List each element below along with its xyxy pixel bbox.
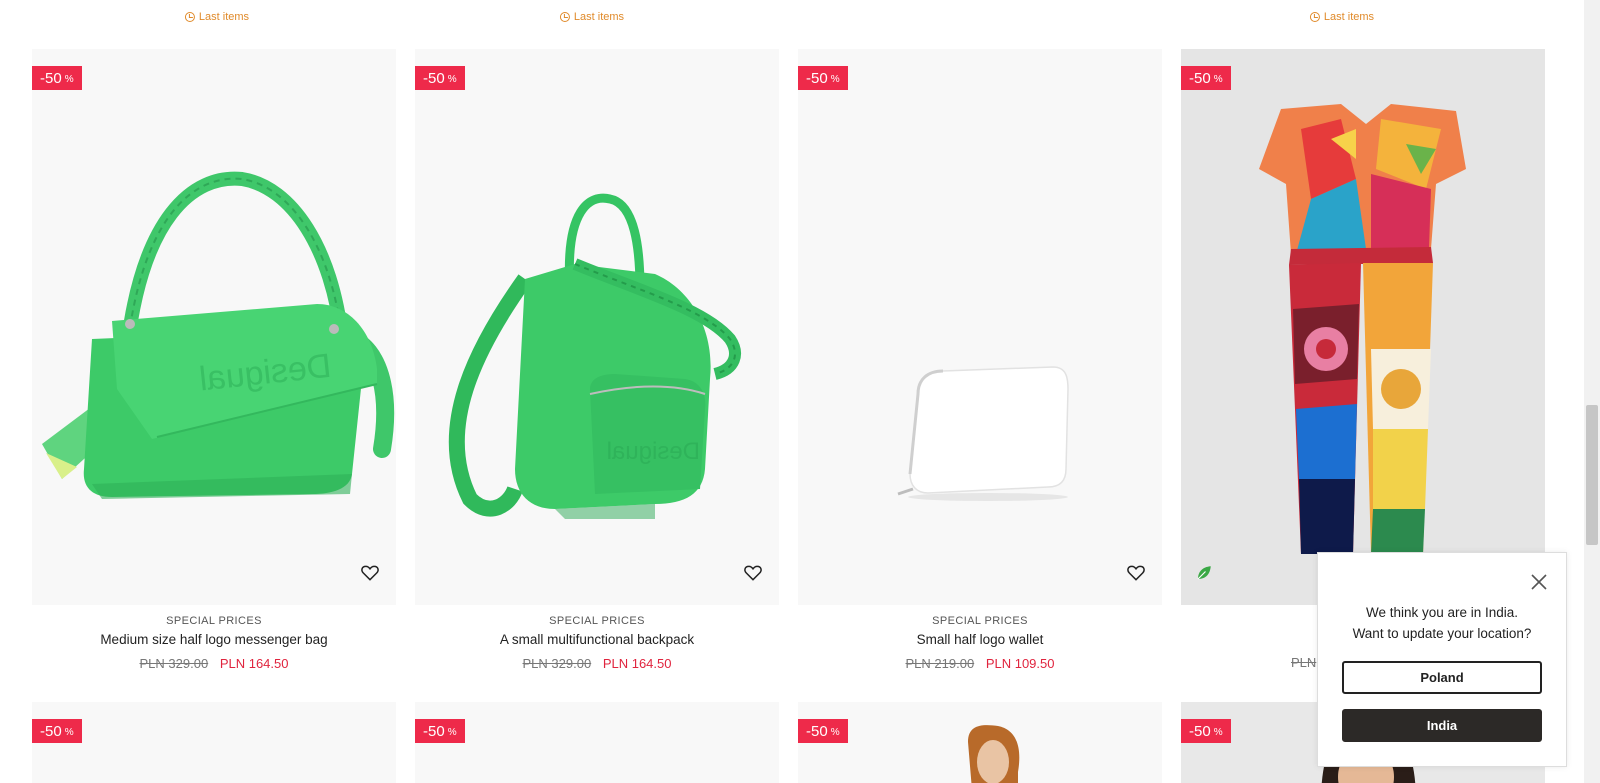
wishlist-heart-icon[interactable] bbox=[743, 563, 763, 583]
close-icon[interactable] bbox=[1530, 573, 1548, 591]
discount-badge: -50 % bbox=[1181, 66, 1231, 90]
product-category: SPECIAL PRICES bbox=[932, 615, 1028, 627]
wishlist-heart-icon[interactable] bbox=[360, 563, 380, 583]
product-prices: PLN 329.00 PLN 164.50 bbox=[415, 656, 779, 671]
product-card[interactable]: Desigual -50 % SPECIAL PRICES Medium siz… bbox=[32, 49, 396, 671]
previous-row-footer: Last items Last items Last items bbox=[0, 0, 1568, 40]
last-items-note: Last items bbox=[559, 11, 624, 23]
product-image[interactable]: Desigual -50 % bbox=[32, 49, 396, 605]
product-image[interactable]: -50 % bbox=[1181, 49, 1545, 605]
india-location-button[interactable]: India bbox=[1342, 709, 1542, 742]
product-card[interactable]: -50 % bbox=[32, 702, 396, 783]
product-card[interactable]: -50 % SPECIAL PRICES Small half logo wal… bbox=[798, 49, 1162, 671]
product-name[interactable]: A small multifunctional backpack bbox=[415, 632, 779, 647]
messenger-bag-image: Desigual bbox=[32, 49, 396, 605]
product-prices: PLN 329.00 PLN 164.50 bbox=[32, 656, 396, 671]
original-price: PLN 219.00 bbox=[905, 656, 975, 671]
wallet-image bbox=[798, 49, 1162, 605]
clock-icon bbox=[559, 12, 570, 22]
product-card[interactable]: -50 % bbox=[798, 702, 1162, 783]
product-image[interactable]: -50 % bbox=[32, 702, 396, 783]
original-price: PLN 329.00 bbox=[522, 656, 592, 671]
model-photo bbox=[798, 702, 1162, 783]
clock-icon bbox=[184, 12, 195, 22]
poland-location-button[interactable]: Poland bbox=[1342, 661, 1542, 694]
product-name[interactable]: Small half logo wallet bbox=[798, 632, 1162, 647]
product-card[interactable]: -50 % bbox=[415, 702, 779, 783]
product-category: SPECIAL PRICES bbox=[166, 615, 262, 627]
product-name[interactable]: Medium size half logo messenger bag bbox=[32, 632, 396, 647]
product-card[interactable]: Desigual -50 % SPECIAL PRICES A small mu… bbox=[415, 49, 779, 671]
eco-leaf-icon bbox=[1197, 566, 1211, 580]
sale-price: PLN 164.50 bbox=[219, 656, 289, 671]
backpack-image: Desigual bbox=[415, 49, 779, 605]
product-image[interactable]: -50 % bbox=[798, 702, 1162, 783]
sale-price: PLN 164.50 bbox=[602, 656, 672, 671]
product-image[interactable]: Desigual -50 % bbox=[415, 49, 779, 605]
location-question: Want to update your location? bbox=[1352, 626, 1532, 641]
discount-badge: -50 % bbox=[1181, 719, 1231, 743]
discount-badge: -50 % bbox=[415, 66, 465, 90]
jumpsuit-image bbox=[1181, 49, 1545, 605]
product-image[interactable]: -50 % bbox=[415, 702, 779, 783]
location-popup: We think you are in India. Want to updat… bbox=[1317, 552, 1567, 767]
location-message: We think you are in India. bbox=[1365, 605, 1519, 620]
clock-icon bbox=[1309, 12, 1320, 22]
original-price: PLN bbox=[1291, 655, 1317, 670]
wishlist-heart-icon[interactable] bbox=[1126, 563, 1146, 583]
discount-badge: -50 % bbox=[32, 66, 82, 90]
discount-badge: -50 % bbox=[32, 719, 82, 743]
last-items-note: Last items bbox=[184, 11, 249, 23]
sale-price: PLN 109.50 bbox=[985, 656, 1055, 671]
product-image[interactable]: -50 % bbox=[798, 49, 1162, 605]
scrollbar-thumb[interactable] bbox=[1586, 405, 1598, 545]
discount-badge: -50 % bbox=[415, 719, 465, 743]
vertical-scrollbar[interactable] bbox=[1584, 0, 1600, 783]
discount-badge: -50 % bbox=[798, 66, 848, 90]
original-price: PLN 329.00 bbox=[139, 656, 209, 671]
last-items-note: Last items bbox=[1309, 11, 1374, 23]
product-prices: PLN 219.00 PLN 109.50 bbox=[798, 656, 1162, 671]
svg-text:Desigual: Desigual bbox=[607, 438, 700, 465]
product-category: SPECIAL PRICES bbox=[549, 615, 645, 627]
discount-badge: -50 % bbox=[798, 719, 848, 743]
product-listing-page: Last items Last items Last items Desigua… bbox=[0, 0, 1600, 783]
